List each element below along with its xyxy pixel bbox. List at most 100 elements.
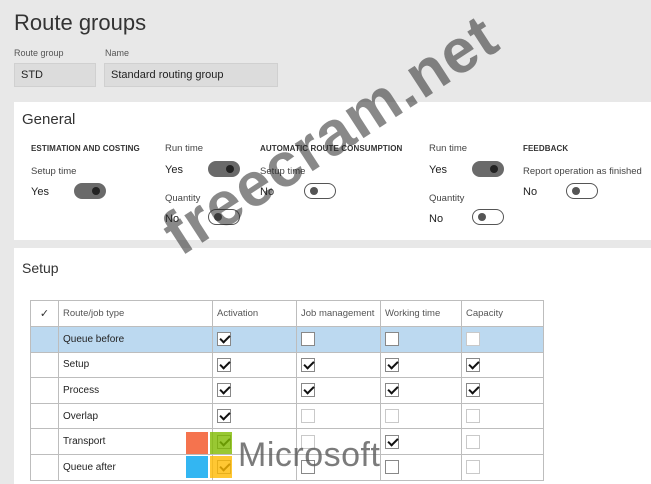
general-panel: General ESTIMATION AND COSTING Setup tim… [14, 102, 651, 240]
feedback-report-value: No [523, 186, 538, 198]
feedback-report-toggle[interactable] [566, 183, 598, 199]
microsoft-logo [186, 432, 234, 480]
route-job-type-cell: Setup [58, 351, 213, 379]
estimation-quantity-toggle[interactable] [208, 209, 240, 225]
col-header-activation[interactable]: Activation [212, 300, 297, 327]
capacity-cell [461, 351, 544, 379]
estimation-run-time-value: Yes [165, 164, 183, 176]
toggle-knob [310, 187, 318, 195]
job-management-checkbox[interactable] [301, 357, 315, 372]
activation-cell [212, 326, 297, 353]
estimation-quantity-label: Quantity [165, 193, 201, 204]
working-time-checkbox[interactable] [385, 332, 399, 347]
consumption-run-time-toggle[interactable] [472, 161, 504, 177]
logo-square [186, 456, 208, 478]
name-field[interactable]: Standard routing group [104, 63, 278, 87]
consumption-setup-time-label: Setup time [260, 166, 306, 177]
route-job-type-cell: Queue before [58, 326, 213, 353]
row-selector[interactable] [30, 326, 59, 353]
consumption-quantity-label: Quantity [429, 193, 465, 204]
capacity-checkbox[interactable] [466, 409, 480, 424]
col-header-working-time[interactable]: Working time [380, 300, 462, 327]
job-management-cell [296, 377, 381, 404]
working-time-cell [380, 402, 462, 430]
capacity-cell [461, 326, 544, 353]
logo-square [186, 432, 208, 454]
select-all-header[interactable]: ✓ [30, 300, 59, 327]
job-management-checkbox[interactable] [301, 383, 315, 398]
estimation-heading: ESTIMATION AND COSTING [31, 144, 140, 153]
col-header-capacity[interactable]: Capacity [461, 300, 544, 327]
toggle-knob [490, 165, 498, 173]
job-management-cell [296, 326, 381, 353]
route-job-type-cell: Process [58, 377, 213, 404]
toggle-knob [572, 187, 580, 195]
toggle-knob [214, 213, 222, 221]
row-selector[interactable] [30, 402, 59, 430]
table-row[interactable]: Process [30, 377, 544, 404]
estimation-run-time-label: Run time [165, 143, 204, 154]
row-selector[interactable] [30, 351, 59, 379]
table-row[interactable]: Queue before [30, 326, 544, 353]
working-time-cell [380, 326, 462, 353]
row-selector[interactable] [30, 453, 59, 481]
table-row[interactable]: Overlap [30, 402, 544, 430]
toggle-knob [478, 213, 486, 221]
working-time-cell [380, 428, 462, 455]
consumption-heading: AUTOMATIC ROUTE CONSUMPTION [260, 144, 403, 153]
job-management-checkbox[interactable] [301, 409, 315, 424]
working-time-checkbox[interactable] [385, 460, 399, 475]
consumption-run-time-label: Run time [429, 143, 468, 154]
capacity-cell [461, 377, 544, 404]
estimation-setup-time-toggle[interactable] [74, 183, 106, 199]
capacity-checkbox[interactable] [466, 383, 480, 398]
capacity-cell [461, 402, 544, 430]
route-group-field[interactable]: STD [14, 63, 96, 87]
consumption-setup-time-toggle[interactable] [304, 183, 336, 199]
activation-cell [212, 377, 297, 404]
capacity-cell [461, 428, 544, 455]
table-row[interactable]: Setup [30, 351, 544, 379]
capacity-checkbox[interactable] [466, 460, 480, 475]
consumption-run-time-value: Yes [429, 164, 447, 176]
estimation-quantity-value: No [165, 213, 180, 225]
activation-cell [212, 402, 297, 430]
setup-title: Setup [22, 260, 59, 276]
route-group-label: Route group [14, 48, 64, 58]
working-time-checkbox[interactable] [385, 434, 399, 449]
working-time-checkbox[interactable] [385, 409, 399, 424]
job-management-cell [296, 351, 381, 379]
microsoft-wordmark: Microsoft [238, 436, 381, 474]
estimation-run-time-toggle[interactable] [208, 161, 240, 177]
grid-header-row: ✓ Route/job type Activation Job manageme… [30, 300, 544, 327]
toggle-knob [92, 187, 100, 195]
capacity-checkbox[interactable] [466, 357, 480, 372]
capacity-checkbox[interactable] [466, 434, 480, 449]
feedback-report-label: Report operation as finished [523, 166, 642, 177]
row-selector[interactable] [30, 377, 59, 404]
working-time-checkbox[interactable] [385, 357, 399, 372]
capacity-checkbox[interactable] [466, 332, 480, 347]
activation-checkbox[interactable] [217, 383, 231, 398]
consumption-setup-time-value: No [260, 186, 275, 198]
toggle-knob [226, 165, 234, 173]
page-title: Route groups [14, 10, 147, 35]
logo-square [210, 456, 232, 478]
job-management-checkbox[interactable] [301, 332, 315, 347]
logo-square [210, 432, 232, 454]
consumption-quantity-toggle[interactable] [472, 209, 504, 225]
route-job-type-cell: Overlap [58, 402, 213, 430]
working-time-checkbox[interactable] [385, 383, 399, 398]
capacity-cell [461, 453, 544, 481]
col-header-route-job-type[interactable]: Route/job type [58, 300, 213, 327]
activation-checkbox[interactable] [217, 332, 231, 347]
row-selector[interactable] [30, 428, 59, 455]
working-time-cell [380, 351, 462, 379]
col-header-job-management[interactable]: Job management [296, 300, 381, 327]
activation-checkbox[interactable] [217, 357, 231, 372]
activation-checkbox[interactable] [217, 409, 231, 424]
job-management-cell [296, 402, 381, 430]
feedback-heading: FEEDBACK [523, 144, 569, 153]
general-title: General [22, 111, 76, 128]
consumption-quantity-value: No [429, 213, 444, 225]
